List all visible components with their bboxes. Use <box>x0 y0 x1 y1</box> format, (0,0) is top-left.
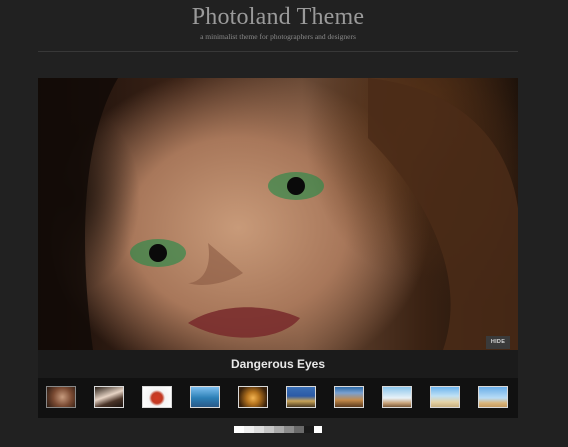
slideshow: HIDE Dangerous Eyes <box>38 78 518 418</box>
thumb-hands[interactable] <box>94 386 124 408</box>
pager-dot[interactable] <box>304 426 314 433</box>
thumb-valley[interactable] <box>334 386 364 408</box>
thumb-fruit[interactable] <box>142 386 172 408</box>
hide-caption-button[interactable]: HIDE <box>486 336 510 349</box>
thumb-harbor[interactable] <box>286 386 316 408</box>
thumbnail-strip <box>38 378 518 418</box>
thumb-pyramids[interactable] <box>478 386 508 408</box>
pager-dot[interactable] <box>284 426 294 433</box>
pager-dot[interactable] <box>234 426 244 433</box>
slide-caption: Dangerous Eyes <box>230 357 326 371</box>
featured-photo[interactable]: HIDE <box>38 78 518 350</box>
header-divider <box>38 51 518 52</box>
pager-dot[interactable] <box>314 426 322 433</box>
thumb-beach[interactable] <box>430 386 460 408</box>
site-title[interactable]: Photoland Theme <box>0 4 556 31</box>
pager-dot[interactable] <box>254 426 264 433</box>
site-tagline: a minimalist theme for photographers and… <box>200 32 356 41</box>
pager-dot[interactable] <box>294 426 304 433</box>
thumb-coast[interactable] <box>190 386 220 408</box>
pager-dot[interactable] <box>264 426 274 433</box>
thumb-snowy-hills[interactable] <box>382 386 412 408</box>
site-header: Photoland Theme a minimalist theme for p… <box>0 0 568 52</box>
pager-dot[interactable] <box>274 426 284 433</box>
thumb-cave[interactable] <box>238 386 268 408</box>
slide-pager <box>234 426 322 433</box>
portrait-illustration <box>38 78 518 350</box>
pager-dot[interactable] <box>244 426 254 433</box>
thumb-portrait[interactable] <box>46 386 76 408</box>
